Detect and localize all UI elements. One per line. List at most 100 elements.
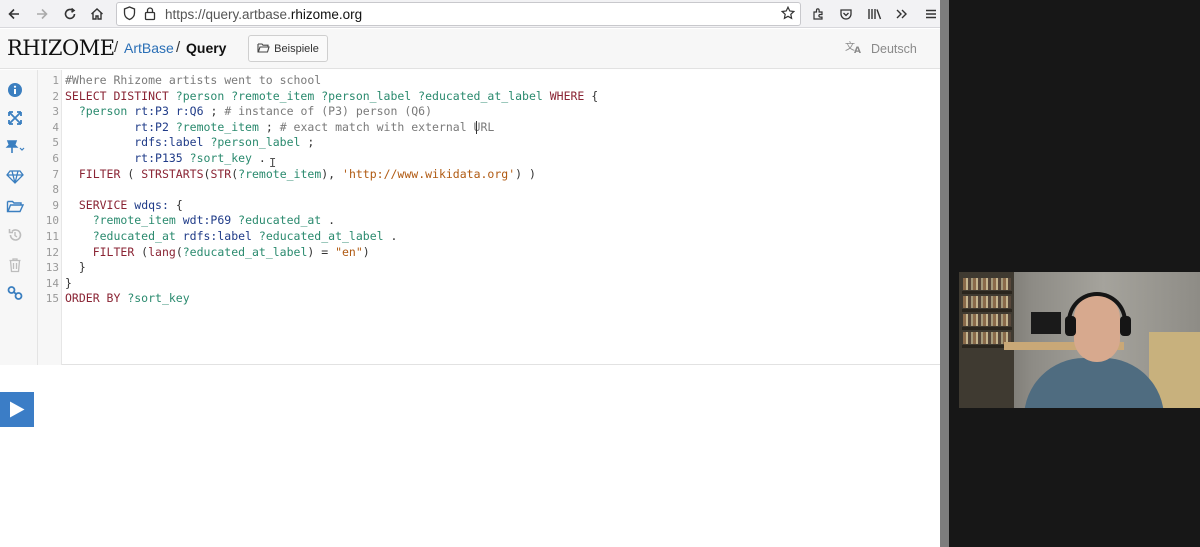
url-bar[interactable]: https://query.artbase.rhizome.org	[116, 2, 801, 26]
trash-icon[interactable]	[5, 255, 25, 275]
line-number: 1	[52, 74, 59, 87]
text-cursor	[476, 121, 477, 134]
code-line[interactable]: rt:P135 ?sort_key .	[65, 151, 266, 165]
code-token: ?person	[78, 104, 128, 119]
video-shelf-board	[962, 327, 1012, 330]
query-editor[interactable]: 1 2 3 4 5 6 7 8 9 10 11 12 13 14 15 #Where Rhizome art…	[38, 70, 940, 365]
code-line[interactable]: ORDER BY ?sort_key	[65, 291, 190, 305]
home-icon[interactable]	[86, 3, 108, 25]
code-token: r:Q6	[175, 104, 204, 119]
code-token: ?educated_at_label	[182, 244, 308, 259]
bookmark-star-icon[interactable]	[780, 5, 796, 24]
video-headphones-cup	[1065, 316, 1076, 336]
forward-icon[interactable]	[31, 3, 53, 25]
code-token: SERVICE	[78, 197, 128, 212]
code-token: (	[175, 244, 183, 259]
translate-icon: 文A	[845, 40, 863, 57]
video-monitor	[1031, 312, 1061, 334]
run-query-button[interactable]	[0, 392, 34, 427]
code-line[interactable]: ?person rt:P3 r:Q6 ; # instance of (P3) …	[65, 104, 432, 118]
video-books	[963, 296, 1011, 308]
code-token: "en"	[335, 244, 363, 259]
code-token: ?remote_item	[231, 88, 315, 103]
code-line[interactable]: ?educated_at rdfs:label ?educated_at_lab…	[65, 229, 398, 243]
breadcrumb-artbase-link[interactable]: ArtBase	[124, 40, 174, 56]
breadcrumb-separator: /	[176, 39, 181, 56]
code-token: }	[65, 260, 86, 275]
code-token: ;	[300, 135, 315, 150]
extension-icon[interactable]	[807, 3, 829, 25]
code-token: lang	[148, 244, 176, 259]
code-token: rt:P2	[134, 119, 169, 134]
code-token: .	[251, 151, 266, 165]
back-icon[interactable]	[3, 3, 25, 25]
code-token: STR	[210, 166, 232, 181]
code-token: (	[120, 166, 142, 181]
folder-open-icon[interactable]	[5, 196, 25, 216]
code-line[interactable]: SERVICE wdqs: {	[65, 198, 183, 212]
code-token: STRSTARTS	[141, 166, 204, 181]
code-token: SELECT DISTINCT	[65, 88, 176, 103]
reload-icon[interactable]	[59, 3, 81, 25]
code-token: ?person_label	[210, 135, 301, 150]
code-token: .	[383, 229, 398, 243]
code-token: rdfs:label	[182, 229, 252, 243]
gem-icon[interactable]	[5, 167, 25, 187]
code-token: rt:P3	[134, 104, 169, 119]
line-number: 4	[52, 120, 59, 134]
play-icon	[9, 401, 25, 423]
code-token: wdqs:	[134, 197, 169, 212]
lock-icon[interactable]	[144, 6, 156, 25]
examples-button[interactable]: Beispiele	[248, 35, 328, 62]
app-header: RHIZOME / ArtBase / Query Beispiele 文A D…	[0, 29, 948, 69]
code-line[interactable]: rdfs:label ?person_label ;	[65, 135, 314, 149]
line-number-gutter: 1 2 3 4 5 6 7 8 9 10 11 12 13 14 15	[38, 70, 62, 365]
library-icon[interactable]	[864, 3, 886, 25]
code-line[interactable]: rt:P2 ?remote_item ; # exact match with …	[65, 120, 494, 134]
code-token: ORDER BY	[65, 291, 121, 306]
rhizome-logo[interactable]: RHIZOME	[7, 36, 115, 60]
code-token: )	[362, 244, 370, 259]
shield-icon[interactable]	[123, 6, 136, 25]
menu-icon[interactable]	[920, 3, 942, 25]
url-text: https://query.artbase.rhizome.org	[165, 7, 362, 22]
mouse-ibeam-cursor: I	[269, 156, 277, 170]
code-token: ?person	[175, 88, 225, 103]
pin-icon[interactable]	[5, 137, 25, 157]
language-label: Deutsch	[871, 41, 917, 56]
link-icon[interactable]	[5, 283, 25, 303]
overflow-icon[interactable]	[891, 3, 913, 25]
code-token: ?educated_at	[238, 213, 322, 228]
line-number: 3	[52, 105, 59, 119]
code-line[interactable]: ?remote_item wdt:P69 ?educated_at .	[65, 213, 335, 227]
video-shelf-board	[962, 309, 1012, 312]
code-token: (	[134, 244, 149, 259]
code-line[interactable]: }	[65, 260, 86, 274]
line-number: 9	[52, 198, 59, 212]
code-token: wdt:P69	[182, 213, 232, 228]
code-token: ?educated_at_label	[418, 88, 543, 103]
code-line[interactable]: SELECT DISTINCT ?person ?remote_item ?pe…	[65, 89, 598, 103]
history-icon[interactable]	[5, 225, 25, 245]
line-number: 15	[45, 292, 59, 306]
info-icon[interactable]	[5, 80, 25, 100]
code-line[interactable]: FILTER ( STRSTARTS(STR(?remote_item), 'h…	[65, 167, 536, 181]
language-button[interactable]: 文A Deutsch	[845, 40, 917, 57]
pocket-icon[interactable]	[835, 3, 857, 25]
url-prefix: https://query.artbase.	[165, 7, 291, 22]
expand-icon[interactable]	[5, 108, 25, 128]
code-token: {	[584, 88, 599, 103]
video-shelf-board	[962, 291, 1012, 294]
code-token: {	[168, 197, 183, 212]
code-token: }	[65, 275, 72, 290]
code-token: #Where Rhizome artists went to school	[65, 73, 322, 87]
code-line[interactable]: #Where Rhizome artists went to school	[65, 73, 321, 87]
code-line[interactable]: }	[65, 276, 72, 290]
presenter-webcam-video	[959, 272, 1200, 408]
code-line[interactable]: FILTER (lang(?educated_at_label) = "en")	[65, 245, 370, 259]
line-number: 12	[45, 245, 59, 259]
